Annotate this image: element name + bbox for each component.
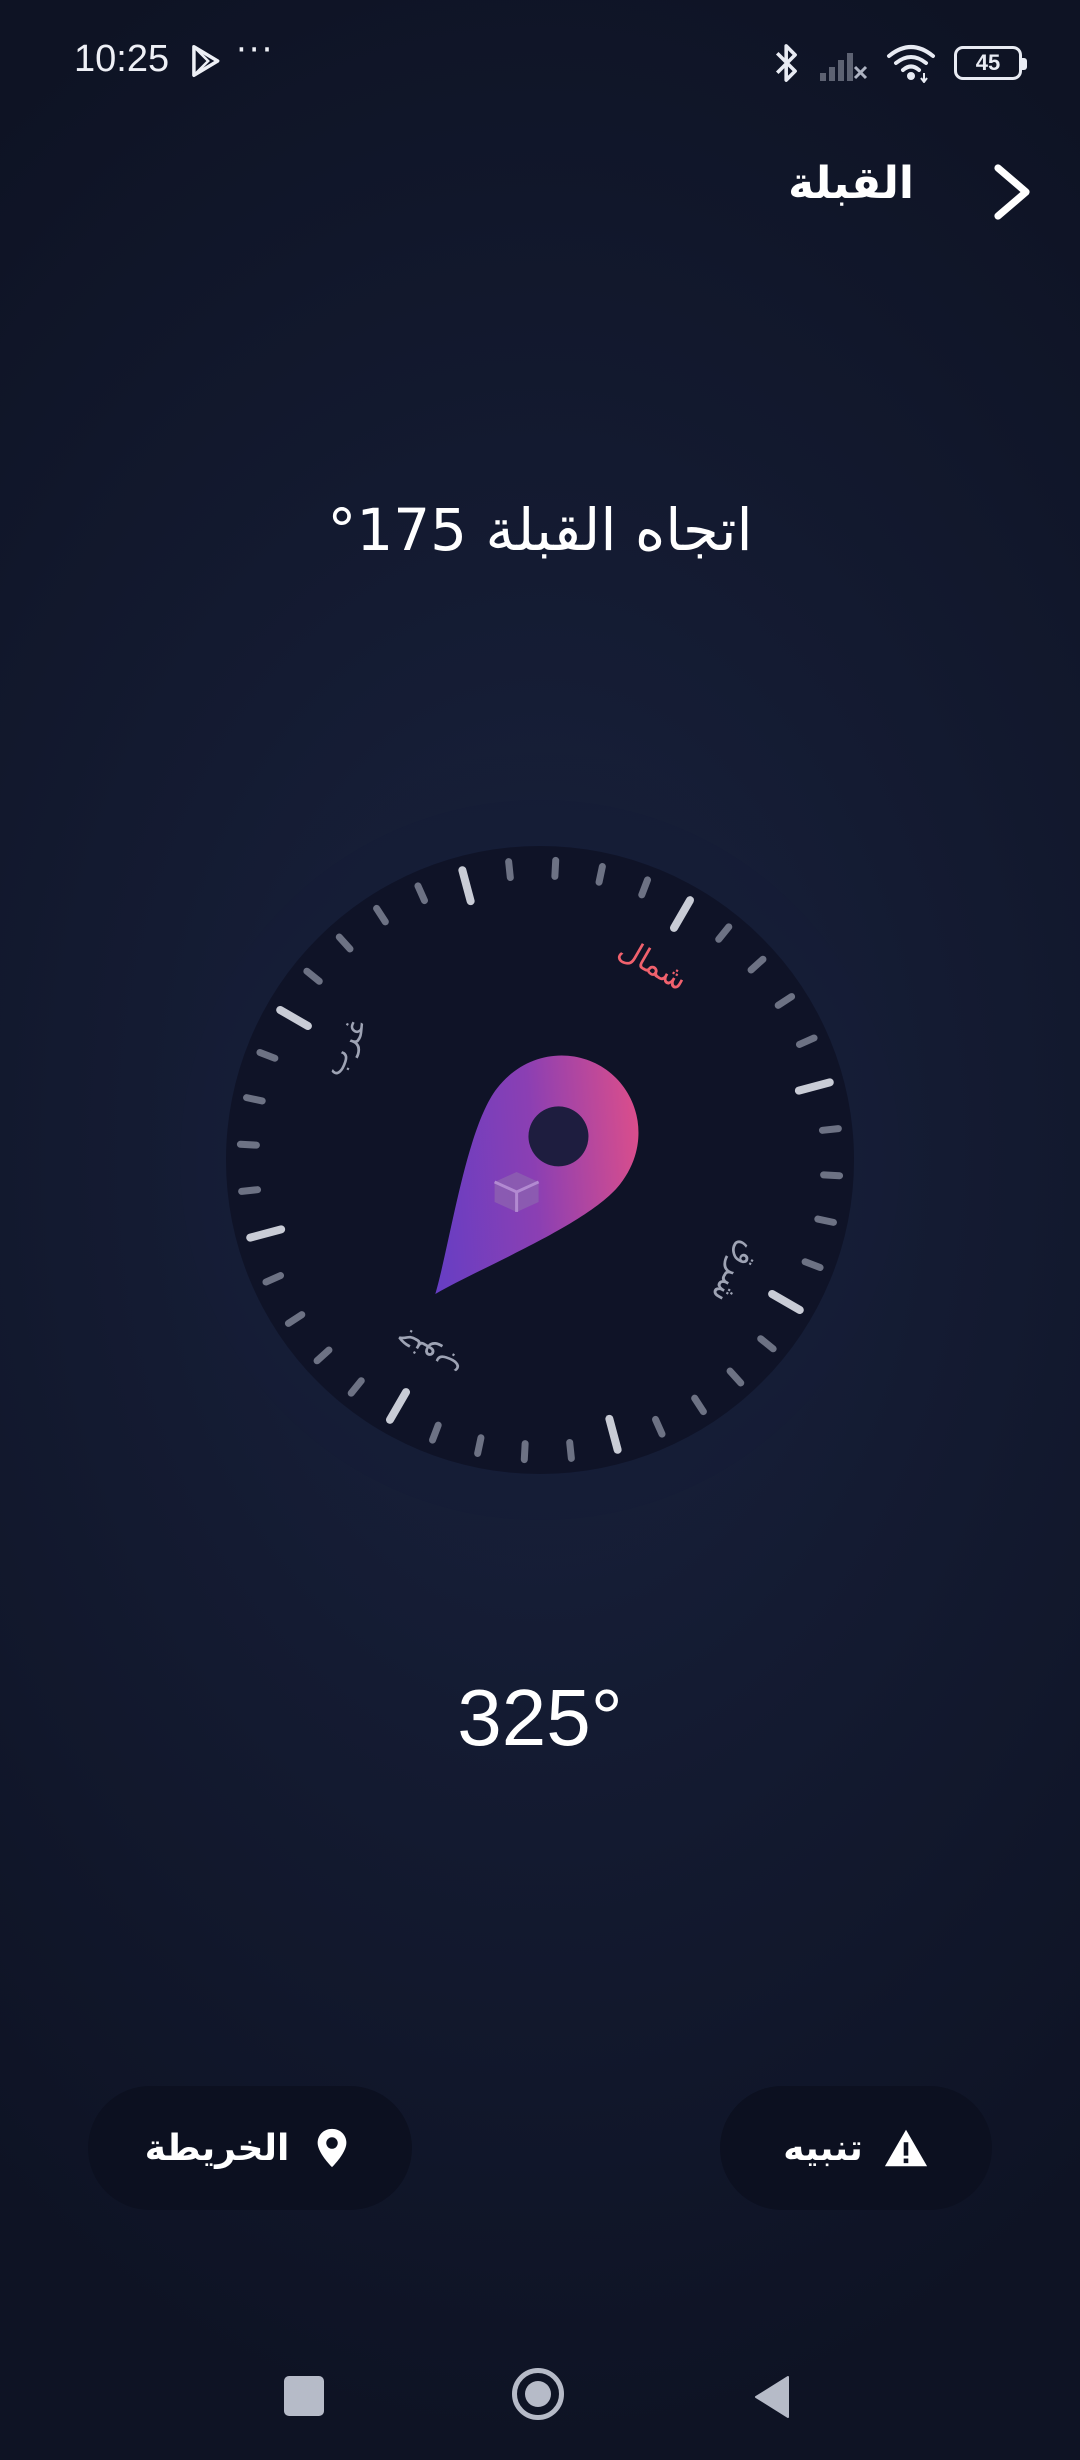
bluetooth-icon (775, 44, 797, 82)
compass-tick (236, 1140, 260, 1149)
cellular-no-signal-icon (820, 53, 868, 81)
map-button[interactable]: الخريطة (88, 2086, 412, 2210)
back-icon[interactable] (752, 2374, 792, 2420)
compass-heading-value: 325° (457, 1673, 623, 1762)
compass-tick (818, 1125, 842, 1134)
compass-tick (551, 856, 560, 880)
alert-button-label: تنبيه (783, 2127, 863, 2169)
compass-tick (238, 1186, 262, 1195)
battery-level: 45 (975, 50, 1001, 75)
status-bar: 10:25 ··· 45 (0, 0, 1080, 130)
status-icons: 45 (756, 38, 1027, 88)
compass-tick (814, 1215, 837, 1226)
alert-button[interactable]: تنبيه (720, 2086, 992, 2210)
map-button-label: الخريطة (144, 2127, 290, 2169)
compass-tick (520, 1440, 529, 1464)
compass-tick (505, 858, 514, 882)
home-icon[interactable] (512, 2368, 564, 2420)
compass-dial: شمال شرق جنوب غرب (130, 750, 950, 1570)
chevron-right-icon[interactable] (980, 160, 1040, 224)
compass-tick (243, 1094, 266, 1105)
qibla-direction-text: اتجاه القبلة 175° (327, 496, 753, 564)
compass-tick (566, 1438, 575, 1462)
status-time: 10:25 (74, 38, 170, 80)
compass-tick (595, 863, 606, 886)
compass-tick (474, 1434, 485, 1457)
compass: شمال شرق جنوب غرب (120, 740, 960, 1580)
wifi-icon (887, 45, 935, 83)
recents-icon[interactable] (284, 2376, 324, 2416)
compass-tick (820, 1171, 844, 1180)
map-pin-icon (317, 2128, 347, 2168)
battery-icon: 45 (954, 46, 1027, 80)
warning-icon (884, 2129, 927, 2167)
page-title: القبلة (788, 158, 914, 209)
play-store-icon (192, 45, 220, 77)
system-nav-bar (0, 2340, 1080, 2460)
more-dots-icon: ··· (236, 30, 275, 70)
